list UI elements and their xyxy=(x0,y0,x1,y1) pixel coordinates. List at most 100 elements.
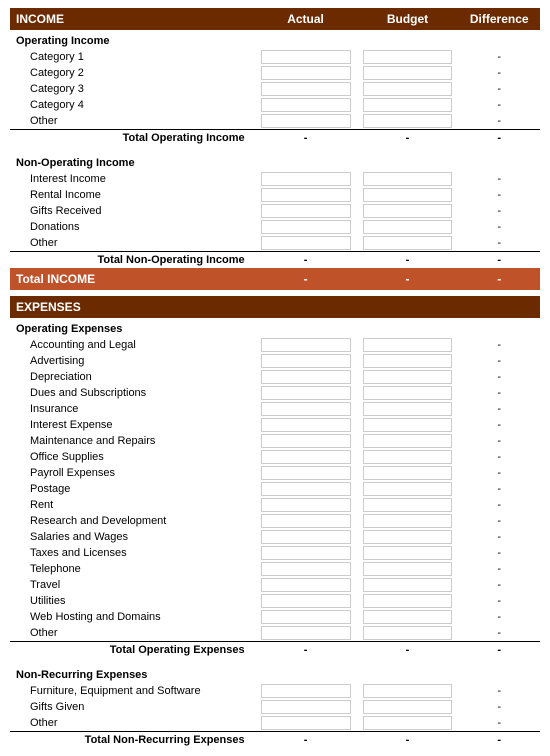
interest-income-actual[interactable] xyxy=(261,172,351,186)
total-operating-expenses-row: Total Operating Expenses - - - xyxy=(10,642,540,659)
table-row: Depreciation - xyxy=(10,369,540,385)
utilities-actual[interactable] xyxy=(261,594,351,608)
total-operating-income-diff: - xyxy=(458,130,540,147)
research-budget[interactable] xyxy=(363,514,453,528)
interest-expense-actual[interactable] xyxy=(261,418,351,432)
rent-actual[interactable] xyxy=(261,498,351,512)
depreciation-label: Depreciation xyxy=(10,369,255,385)
interest-expense-diff: - xyxy=(458,417,540,433)
accounting-label: Accounting and Legal xyxy=(10,337,255,353)
other-op-income-actual[interactable] xyxy=(261,114,351,128)
web-hosting-budget[interactable] xyxy=(363,610,453,624)
insurance-budget[interactable] xyxy=(363,402,453,416)
expenses-diff-col xyxy=(458,296,540,318)
category1-budget[interactable] xyxy=(363,50,453,64)
salaries-diff: - xyxy=(458,529,540,545)
accounting-budget[interactable] xyxy=(363,338,453,352)
category4-budget[interactable] xyxy=(363,98,453,112)
other-op-income-budget[interactable] xyxy=(363,114,453,128)
office-supplies-budget[interactable] xyxy=(363,450,453,464)
payroll-actual[interactable] xyxy=(261,466,351,480)
web-hosting-actual[interactable] xyxy=(261,610,351,624)
dues-budget[interactable] xyxy=(363,386,453,400)
taxes-budget[interactable] xyxy=(363,546,453,560)
interest-income-budget[interactable] xyxy=(363,172,453,186)
other-non-rec-budget[interactable] xyxy=(363,716,453,730)
office-supplies-diff: - xyxy=(458,449,540,465)
office-supplies-actual[interactable] xyxy=(261,450,351,464)
furniture-budget[interactable] xyxy=(363,684,453,698)
payroll-label: Payroll Expenses xyxy=(10,465,255,481)
postage-actual[interactable] xyxy=(261,482,351,496)
travel-budget[interactable] xyxy=(363,578,453,592)
operating-expenses-label-row: Operating Expenses xyxy=(10,318,540,337)
total-non-operating-income-budget: - xyxy=(357,252,459,269)
gifts-received-actual[interactable] xyxy=(261,204,351,218)
rental-income-label: Rental Income xyxy=(10,187,255,203)
web-hosting-diff: - xyxy=(458,609,540,625)
maintenance-budget[interactable] xyxy=(363,434,453,448)
travel-diff: - xyxy=(458,577,540,593)
telephone-budget[interactable] xyxy=(363,562,453,576)
advertising-actual[interactable] xyxy=(261,354,351,368)
other-non-rec-actual[interactable] xyxy=(261,716,351,730)
other-non-op-income-budget[interactable] xyxy=(363,236,453,250)
table-row: Telephone - xyxy=(10,561,540,577)
taxes-diff: - xyxy=(458,545,540,561)
other-non-op-income-actual[interactable] xyxy=(261,236,351,250)
gifts-given-actual[interactable] xyxy=(261,700,351,714)
telephone-actual[interactable] xyxy=(261,562,351,576)
category4-actual[interactable] xyxy=(261,98,351,112)
depreciation-actual[interactable] xyxy=(261,370,351,384)
utilities-budget[interactable] xyxy=(363,594,453,608)
income-label: INCOME xyxy=(10,8,255,30)
maintenance-actual[interactable] xyxy=(261,434,351,448)
interest-expense-budget[interactable] xyxy=(363,418,453,432)
travel-actual[interactable] xyxy=(261,578,351,592)
donations-budget[interactable] xyxy=(363,220,453,234)
insurance-actual[interactable] xyxy=(261,402,351,416)
table-row: Category 2 - xyxy=(10,65,540,81)
travel-label: Travel xyxy=(10,577,255,593)
total-non-operating-income-row: Total Non-Operating Income - - - xyxy=(10,252,540,269)
taxes-actual[interactable] xyxy=(261,546,351,560)
other-op-exp-label: Other xyxy=(10,625,255,642)
category3-actual[interactable] xyxy=(261,82,351,96)
table-row: Interest Income - xyxy=(10,171,540,187)
other-non-rec-label: Other xyxy=(10,715,255,732)
operating-income-label: Operating Income xyxy=(10,30,540,49)
category1-actual[interactable] xyxy=(261,50,351,64)
category2-actual[interactable] xyxy=(261,66,351,80)
gifts-given-diff: - xyxy=(458,699,540,715)
table-row: Salaries and Wages - xyxy=(10,529,540,545)
rental-income-actual[interactable] xyxy=(261,188,351,202)
category2-label: Category 2 xyxy=(10,65,255,81)
maintenance-diff: - xyxy=(458,433,540,449)
table-row: Dues and Subscriptions - xyxy=(10,385,540,401)
advertising-budget[interactable] xyxy=(363,354,453,368)
expenses-label: EXPENSES xyxy=(10,296,255,318)
donations-actual[interactable] xyxy=(261,220,351,234)
gifts-given-budget[interactable] xyxy=(363,700,453,714)
research-actual[interactable] xyxy=(261,514,351,528)
telephone-diff: - xyxy=(458,561,540,577)
salaries-budget[interactable] xyxy=(363,530,453,544)
payroll-budget[interactable] xyxy=(363,466,453,480)
category3-budget[interactable] xyxy=(363,82,453,96)
category2-budget[interactable] xyxy=(363,66,453,80)
table-row: Taxes and Licenses - xyxy=(10,545,540,561)
other-op-exp-actual[interactable] xyxy=(261,626,351,640)
maintenance-label: Maintenance and Repairs xyxy=(10,433,255,449)
rental-income-budget[interactable] xyxy=(363,188,453,202)
other-op-exp-budget[interactable] xyxy=(363,626,453,640)
gifts-given-label: Gifts Given xyxy=(10,699,255,715)
furniture-actual[interactable] xyxy=(261,684,351,698)
dues-actual[interactable] xyxy=(261,386,351,400)
gifts-received-budget[interactable] xyxy=(363,204,453,218)
accounting-actual[interactable] xyxy=(261,338,351,352)
postage-budget[interactable] xyxy=(363,482,453,496)
category4-diff: - xyxy=(458,97,540,113)
depreciation-budget[interactable] xyxy=(363,370,453,384)
salaries-actual[interactable] xyxy=(261,530,351,544)
rent-budget[interactable] xyxy=(363,498,453,512)
